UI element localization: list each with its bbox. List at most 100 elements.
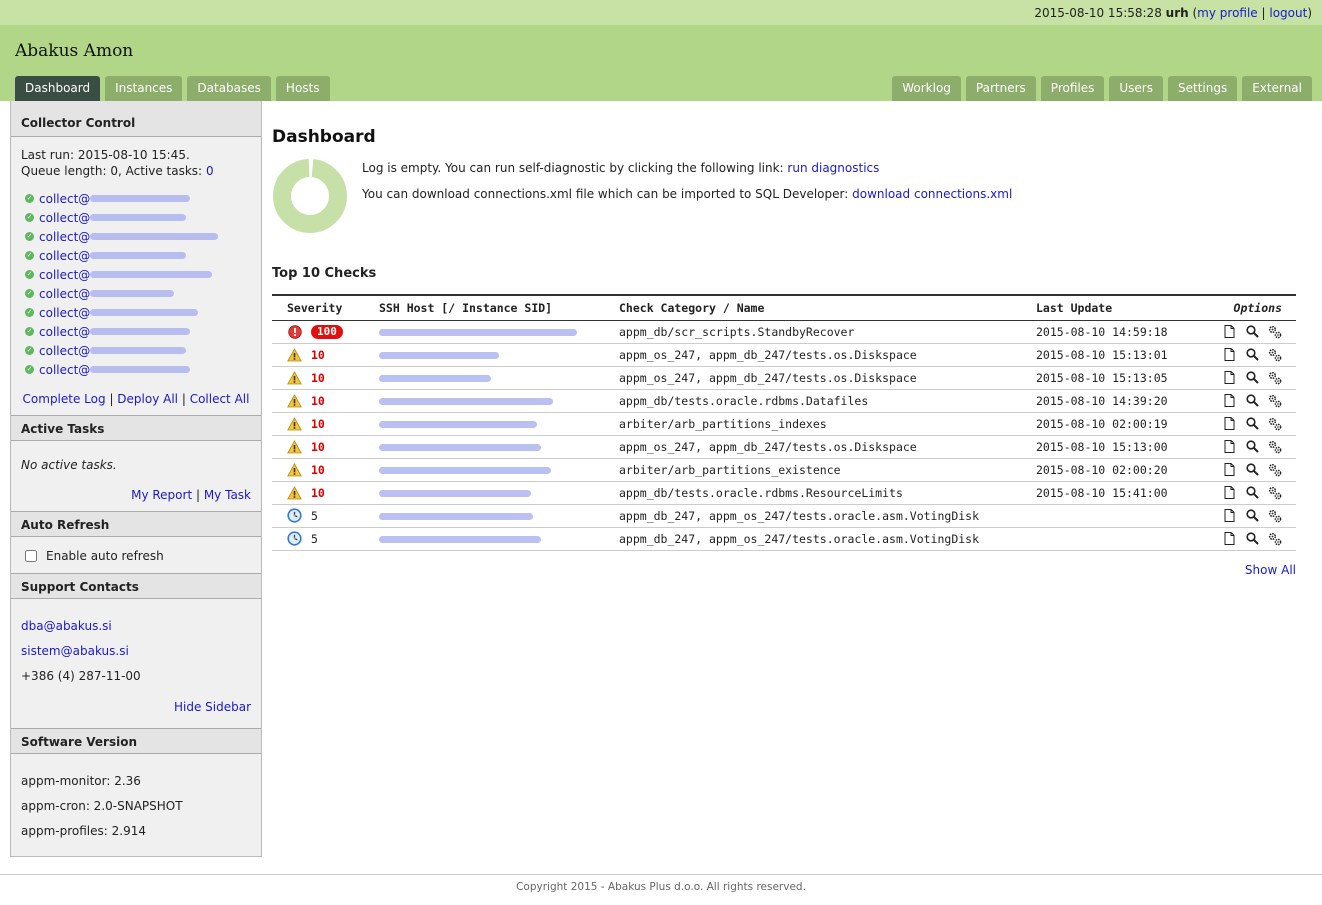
gears-icon[interactable] <box>1268 440 1282 454</box>
document-icon[interactable] <box>1222 509 1236 523</box>
tab-databases[interactable]: Databases <box>187 76 271 101</box>
table-row[interactable]: 10 appm_os_247, appm_db_247/tests.os.Disk… <box>272 435 1296 459</box>
check-name-cell[interactable]: appm_os_247, appm_db_247/tests.os.Disksp… <box>604 435 1021 459</box>
collector-item[interactable]: ✓ collect@ <box>21 189 251 208</box>
collector-link[interactable]: collect@ <box>39 191 90 207</box>
table-row[interactable]: 10 appm_db/tests.oracle.rdbms.Datafiles 20… <box>272 389 1296 413</box>
deploy-all-link[interactable]: Deploy All <box>117 392 178 406</box>
gears-icon[interactable] <box>1268 394 1282 408</box>
col-severity[interactable]: Severity <box>272 294 364 321</box>
document-icon[interactable] <box>1222 371 1236 385</box>
check-name-cell[interactable]: appm_db/tests.oracle.rdbms.Datafiles <box>604 389 1021 413</box>
search-icon[interactable] <box>1245 440 1259 454</box>
host-cell[interactable] <box>364 412 604 436</box>
host-cell[interactable] <box>364 389 604 413</box>
logout-link[interactable]: logout <box>1269 6 1307 20</box>
check-name-cell[interactable]: appm_os_247, appm_db_247/tests.os.Disksp… <box>604 366 1021 390</box>
search-icon[interactable] <box>1245 325 1259 339</box>
my-profile-link[interactable]: my profile <box>1197 6 1258 20</box>
my-task-link[interactable]: My Task <box>204 488 251 502</box>
tab-external[interactable]: External <box>1242 76 1312 101</box>
collector-link[interactable]: collect@ <box>39 343 90 359</box>
collector-link[interactable]: collect@ <box>39 305 90 321</box>
check-name-cell[interactable]: appm_os_247, appm_db_247/tests.os.Disksp… <box>604 343 1021 367</box>
collector-link[interactable]: collect@ <box>39 267 90 283</box>
collector-item[interactable]: ✓ collect@ <box>21 360 251 379</box>
check-name-cell[interactable]: arbiter/arb_partitions_indexes <box>604 412 1021 436</box>
host-cell[interactable] <box>364 527 604 551</box>
tab-users[interactable]: Users <box>1109 76 1163 101</box>
active-tasks-count-link[interactable]: 0 <box>206 164 214 178</box>
search-icon[interactable] <box>1245 509 1259 523</box>
collector-item[interactable]: ✓ collect@ <box>21 208 251 227</box>
document-icon[interactable] <box>1222 486 1236 500</box>
collector-link[interactable]: collect@ <box>39 210 90 226</box>
search-icon[interactable] <box>1245 417 1259 431</box>
document-icon[interactable] <box>1222 394 1236 408</box>
check-name-cell[interactable]: appm_db_247, appm_os_247/tests.oracle.as… <box>604 527 1021 551</box>
collector-link[interactable]: collect@ <box>39 362 90 378</box>
search-icon[interactable] <box>1245 486 1259 500</box>
host-cell[interactable] <box>364 343 604 367</box>
search-icon[interactable] <box>1245 371 1259 385</box>
gears-icon[interactable] <box>1268 509 1282 523</box>
tab-hosts[interactable]: Hosts <box>275 76 330 101</box>
search-icon[interactable] <box>1245 348 1259 362</box>
download-connections-link[interactable]: download connections.xml <box>852 187 1012 201</box>
sistem-email-link[interactable]: sistem@abakus.si <box>21 644 129 658</box>
tab-profiles[interactable]: Profiles <box>1040 76 1105 101</box>
collector-item[interactable]: ✓ collect@ <box>21 246 251 265</box>
collector-link[interactable]: collect@ <box>39 324 90 340</box>
check-name-cell[interactable]: appm_db/scr_scripts.StandbyRecover <box>604 320 1021 344</box>
document-icon[interactable] <box>1222 348 1236 362</box>
check-name-cell[interactable]: arbiter/arb_partitions_existence <box>604 458 1021 482</box>
table-row[interactable]: 10 arbiter/arb_partitions_existence 2015-0… <box>272 458 1296 482</box>
gears-icon[interactable] <box>1268 417 1282 431</box>
table-row[interactable]: 5 appm_db_247, appm_os_247/tests.oracle.a… <box>272 527 1296 551</box>
check-name-cell[interactable]: appm_db/tests.oracle.rdbms.ResourceLimit… <box>604 481 1021 505</box>
host-cell[interactable] <box>364 481 604 505</box>
document-icon[interactable] <box>1222 532 1236 546</box>
search-icon[interactable] <box>1245 532 1259 546</box>
my-report-link[interactable]: My Report <box>131 488 192 502</box>
tab-worklog[interactable]: Worklog <box>892 76 961 101</box>
document-icon[interactable] <box>1222 417 1236 431</box>
table-row[interactable]: 100 appm_db/scr_scripts.StandbyRecover 201… <box>272 320 1296 344</box>
gears-icon[interactable] <box>1268 348 1282 362</box>
table-row[interactable]: 10 appm_os_247, appm_db_247/tests.os.Disk… <box>272 343 1296 367</box>
collector-item[interactable]: ✓ collect@ <box>21 341 251 360</box>
collector-item[interactable]: ✓ collect@ <box>21 265 251 284</box>
collector-link[interactable]: collect@ <box>39 248 90 264</box>
collector-link[interactable]: collect@ <box>39 229 90 245</box>
check-name-cell[interactable]: appm_db_247, appm_os_247/tests.oracle.as… <box>604 504 1021 528</box>
gears-icon[interactable] <box>1268 532 1282 546</box>
gears-icon[interactable] <box>1268 325 1282 339</box>
gears-icon[interactable] <box>1268 463 1282 477</box>
gears-icon[interactable] <box>1268 486 1282 500</box>
dba-email-link[interactable]: dba@abakus.si <box>21 619 112 633</box>
tab-partners[interactable]: Partners <box>965 76 1036 101</box>
collector-item[interactable]: ✓ collect@ <box>21 322 251 341</box>
collect-all-link[interactable]: Collect All <box>190 392 250 406</box>
collector-item[interactable]: ✓ collect@ <box>21 303 251 322</box>
document-icon[interactable] <box>1222 440 1236 454</box>
table-row[interactable]: 5 appm_db_247, appm_os_247/tests.oracle.a… <box>272 504 1296 528</box>
table-row[interactable]: 10 appm_db/tests.oracle.rdbms.ResourceLim… <box>272 481 1296 505</box>
search-icon[interactable] <box>1245 394 1259 408</box>
collector-item[interactable]: ✓ collect@ <box>21 227 251 246</box>
search-icon[interactable] <box>1245 463 1259 477</box>
host-cell[interactable] <box>364 320 604 344</box>
show-all-link[interactable]: Show All <box>1245 563 1296 577</box>
run-diagnostics-link[interactable]: run diagnostics <box>787 161 879 175</box>
col-check-category[interactable]: Check Category / Name <box>604 294 1021 321</box>
host-cell[interactable] <box>364 504 604 528</box>
table-row[interactable]: 10 appm_os_247, appm_db_247/tests.os.Disk… <box>272 366 1296 390</box>
col-last-update[interactable]: Last Update <box>1021 294 1191 321</box>
collector-item[interactable]: ✓ collect@ <box>21 284 251 303</box>
tab-instances[interactable]: Instances <box>105 76 183 101</box>
tab-dashboard[interactable]: Dashboard <box>15 76 101 101</box>
col-ssh-host[interactable]: SSH Host [/ Instance SID] <box>364 294 604 321</box>
auto-refresh-checkbox[interactable] <box>25 550 37 562</box>
table-row[interactable]: 10 arbiter/arb_partitions_indexes 2015-08-… <box>272 412 1296 436</box>
hide-sidebar-link[interactable]: Hide Sidebar <box>174 700 251 714</box>
